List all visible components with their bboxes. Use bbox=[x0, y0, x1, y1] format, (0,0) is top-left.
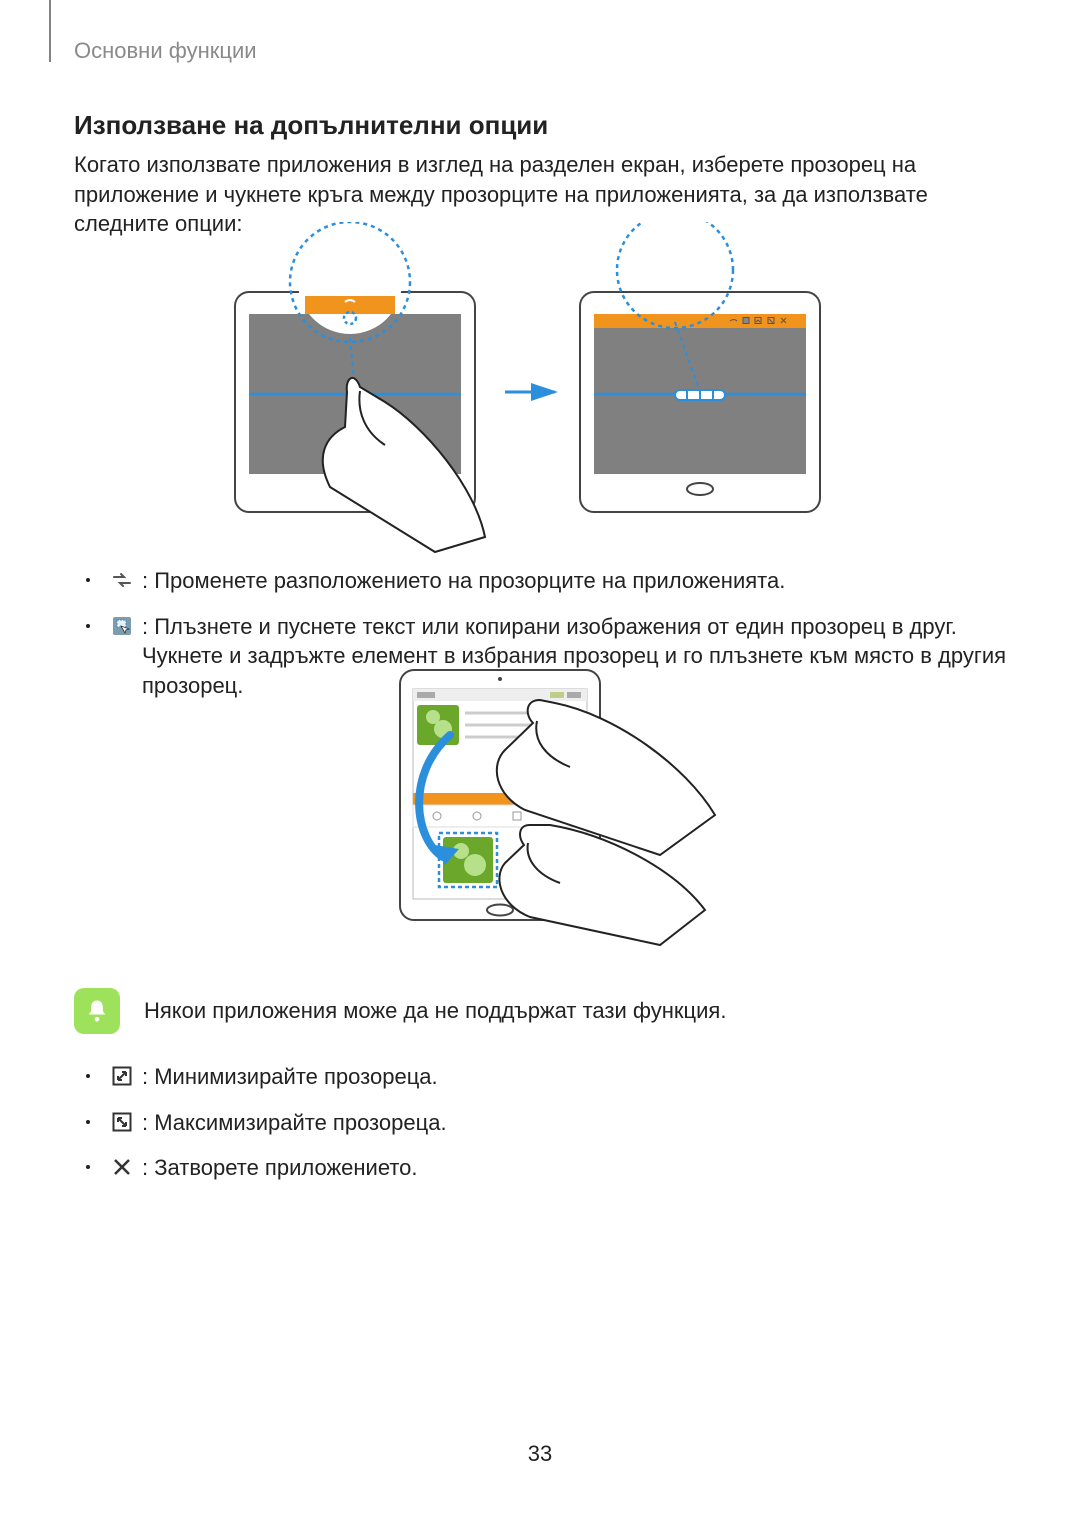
page-number: 33 bbox=[0, 1441, 1080, 1467]
minimize-icon bbox=[110, 1064, 134, 1096]
figure-split-options bbox=[205, 222, 855, 557]
close-icon bbox=[110, 1155, 134, 1187]
note-callout: Някои приложения може да не поддържат та… bbox=[74, 988, 726, 1034]
figure-drag-drop bbox=[395, 665, 725, 950]
bullet-swap-text: : Променете разположението на прозорците… bbox=[142, 566, 1016, 596]
swap-icon bbox=[110, 568, 134, 600]
page-title: Използване на допълнителни опции bbox=[74, 110, 548, 141]
bullet-maximize: : Максимизирайте прозореца. bbox=[86, 1108, 1016, 1142]
bullet-maximize-text: : Максимизирайте прозореца. bbox=[142, 1108, 1016, 1138]
drag-content-icon bbox=[110, 614, 134, 646]
maximize-icon bbox=[110, 1110, 134, 1142]
note-text: Някои приложения може да не поддържат та… bbox=[144, 998, 726, 1024]
bullet-minimize-text: : Минимизирайте прозореца. bbox=[142, 1062, 1016, 1092]
page-margin-rule bbox=[49, 0, 51, 62]
note-bell-icon bbox=[74, 988, 120, 1034]
section-header: Основни функции bbox=[74, 38, 257, 64]
bullet-minimize: : Минимизирайте прозореца. bbox=[86, 1062, 1016, 1096]
bullet-close-text: : Затворете приложението. bbox=[142, 1153, 1016, 1183]
bullet-close: : Затворете приложението. bbox=[86, 1153, 1016, 1187]
bullet-swap: : Променете разположението на прозорците… bbox=[86, 566, 1016, 600]
